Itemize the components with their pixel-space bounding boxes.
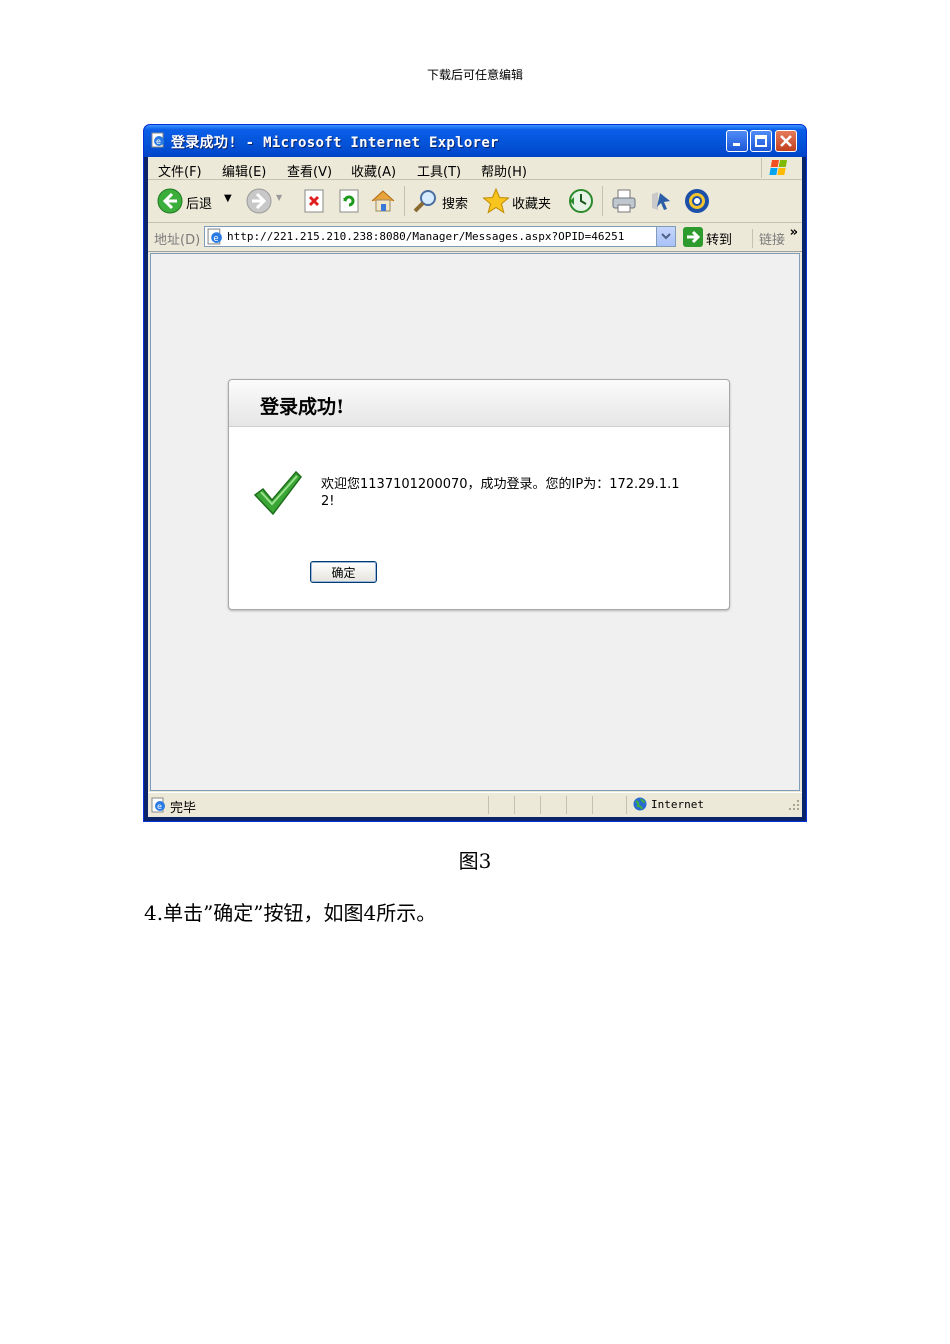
menu-help[interactable]: 帮助(H)	[481, 161, 527, 180]
ie-page-icon: e	[207, 228, 224, 249]
menu-edit[interactable]: 编辑(E)	[222, 161, 266, 180]
address-bar: 地址(D) e 转到 链接 »	[148, 223, 802, 252]
instruction-text: 4.单击”确定”按钮，如图4所示。	[144, 901, 437, 925]
menu-favorites[interactable]: 收藏(A)	[351, 161, 396, 180]
search-icon[interactable]	[412, 188, 440, 218]
window-title: 登录成功! - Microsoft Internet Explorer	[171, 135, 499, 151]
status-pane	[488, 796, 515, 814]
favorites-star-icon[interactable]	[482, 187, 510, 218]
page-viewport: 登录成功! 欢迎您1137101200070，成功登录。您的IP为：172.29…	[150, 253, 800, 791]
header-note: 下载后可任意编辑	[426, 68, 523, 82]
forward-dropdown-icon[interactable]: ▼	[276, 193, 282, 202]
menu-view[interactable]: 查看(V)	[287, 161, 332, 180]
ie-window: e 登录成功! - Microsoft Internet Explorer 文件…	[143, 124, 807, 822]
status-pane	[592, 796, 619, 814]
dialog-header: 登录成功!	[229, 380, 729, 427]
dialog-title: 登录成功!	[260, 396, 345, 418]
svg-text:e: e	[157, 802, 162, 811]
svg-text:e: e	[213, 234, 218, 244]
links-button[interactable]: 链接	[752, 229, 785, 248]
menu-file[interactable]: 文件(F)	[158, 161, 202, 180]
toolbar-separator	[602, 186, 603, 216]
go-button[interactable]: 转到	[706, 229, 732, 248]
globe-icon	[633, 797, 647, 811]
close-button[interactable]	[775, 130, 797, 152]
stop-icon[interactable]	[302, 188, 326, 218]
resize-grip-icon[interactable]	[788, 799, 800, 815]
back-label[interactable]: 后退	[186, 193, 212, 212]
ok-button[interactable]: 确定	[310, 561, 377, 583]
refresh-icon[interactable]	[337, 188, 361, 218]
history-icon[interactable]	[567, 188, 595, 218]
menu-bar: 文件(F) 编辑(E) 查看(V) 收藏(A) 工具(T) 帮助(H)	[148, 157, 802, 180]
figure-caption: 图3	[458, 849, 492, 873]
go-arrow-icon[interactable]	[683, 227, 703, 251]
home-icon[interactable]	[369, 188, 397, 218]
windows-logo-icon	[761, 158, 796, 178]
status-pane	[514, 796, 541, 814]
address-label: 地址(D)	[154, 233, 201, 248]
back-dropdown-icon[interactable]: ▼	[224, 193, 232, 204]
status-bar: e 完毕 Internet	[148, 792, 802, 817]
window-client: 文件(F) 编辑(E) 查看(V) 收藏(A) 工具(T) 帮助(H) 后退 ▼…	[148, 157, 802, 817]
address-field[interactable]: e	[204, 226, 676, 247]
print-icon[interactable]	[610, 188, 638, 218]
chevron-right-icon[interactable]: »	[790, 225, 798, 240]
standard-toolbar: 后退 ▼ ▼ 搜索 收藏夹	[148, 180, 802, 223]
research-icon[interactable]	[683, 188, 711, 218]
favorites-label[interactable]: 收藏夹	[512, 193, 551, 212]
status-pane	[566, 796, 593, 814]
status-pane	[540, 796, 567, 814]
ie-page-icon: e	[151, 797, 167, 817]
url-input[interactable]	[227, 228, 647, 245]
security-zone[interactable]: Internet	[626, 796, 704, 814]
svg-text:e: e	[156, 137, 161, 146]
back-arrow-icon[interactable]	[157, 188, 183, 218]
title-bar[interactable]: e 登录成功! - Microsoft Internet Explorer	[144, 125, 806, 157]
search-label[interactable]: 搜索	[442, 193, 468, 212]
zone-label: Internet	[651, 798, 704, 811]
menu-tools[interactable]: 工具(T)	[417, 161, 461, 180]
status-text: 完毕	[170, 801, 197, 816]
ie-page-icon: e	[150, 132, 166, 148]
address-dropdown-icon[interactable]	[656, 227, 675, 246]
messenger-icon[interactable]	[648, 188, 674, 218]
forward-arrow-icon[interactable]	[246, 188, 272, 218]
maximize-button[interactable]	[750, 130, 772, 152]
minimize-button[interactable]	[726, 130, 748, 152]
login-success-dialog: 登录成功! 欢迎您1137101200070，成功登录。您的IP为：172.29…	[228, 379, 730, 610]
toolbar-separator	[404, 186, 405, 216]
welcome-message: 欢迎您1137101200070，成功登录。您的IP为：172.29.1.12!	[321, 477, 680, 509]
checkmark-icon	[253, 469, 303, 521]
